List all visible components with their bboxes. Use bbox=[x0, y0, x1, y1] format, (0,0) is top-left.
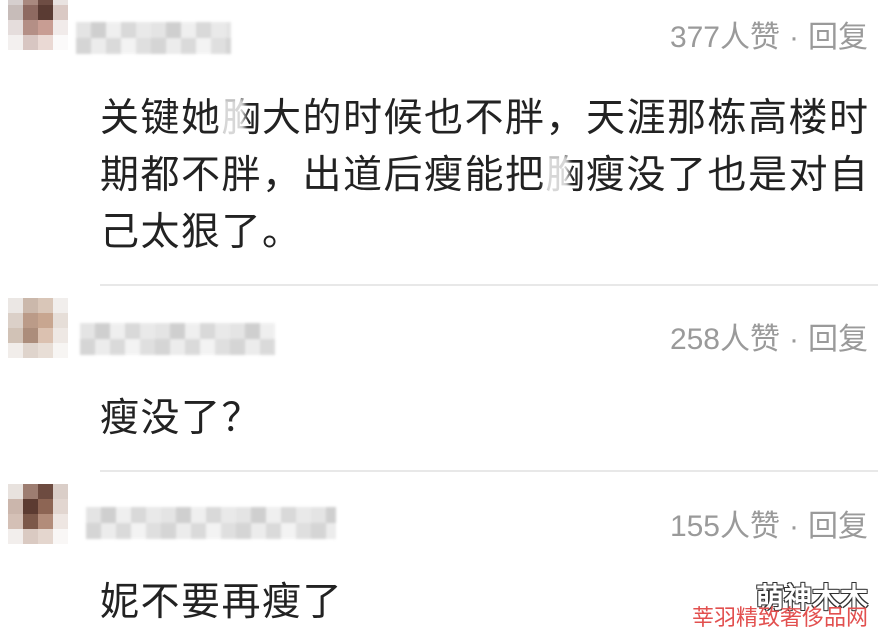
reply-button[interactable]: 回复 bbox=[808, 323, 868, 356]
comment-text-line: 关键她胸大的时候也不胖，天涯那栋高楼时 bbox=[100, 90, 870, 147]
obscured-word: 胸 bbox=[546, 147, 587, 204]
obscured-word: 胸 bbox=[222, 90, 263, 147]
comment-text-segment: 期都不胖，出道后瘦能把 bbox=[100, 153, 546, 198]
avatar[interactable] bbox=[8, 484, 68, 544]
reply-button[interactable]: 回复 bbox=[808, 510, 868, 543]
reply-button[interactable]: 回复 bbox=[808, 21, 868, 54]
comment-text-line: 期都不胖，出道后瘦能把胸瘦没了也是对自 bbox=[100, 147, 870, 204]
separator-dot: · bbox=[789, 21, 799, 54]
divider bbox=[100, 470, 878, 472]
avatar[interactable] bbox=[8, 298, 68, 358]
comment-text: 关键她胸大的时候也不胖，天涯那栋高楼时 期都不胖，出道后瘦能把胸瘦没了也是对自 … bbox=[100, 90, 870, 261]
comment-meta: 155人赞 · 回复 bbox=[670, 507, 868, 547]
username-blurred[interactable] bbox=[76, 22, 231, 54]
comment-text-segment: 瘦没了也是对自 bbox=[586, 153, 870, 198]
like-count[interactable]: 155人赞 bbox=[670, 510, 780, 543]
like-count[interactable]: 258人赞 bbox=[670, 323, 780, 356]
divider bbox=[100, 284, 878, 286]
comment-text-segment: 关键她 bbox=[100, 96, 222, 141]
comment-text-segment: 妮不要再瘦了 bbox=[100, 580, 344, 625]
username-blurred[interactable] bbox=[80, 323, 275, 355]
separator-dot: · bbox=[789, 323, 799, 356]
comment-text-line: 己太狠了。 bbox=[100, 204, 870, 261]
avatar[interactable] bbox=[8, 0, 68, 50]
comment-text-segment: 大的时候也不胖，天涯那栋高楼时 bbox=[262, 96, 870, 141]
like-count[interactable]: 377人赞 bbox=[670, 21, 780, 54]
username-blurred[interactable] bbox=[86, 507, 336, 539]
comment-meta: 377人赞 · 回复 bbox=[670, 18, 868, 58]
separator-dot: · bbox=[789, 510, 799, 543]
comment-meta: 258人赞 · 回复 bbox=[670, 320, 868, 360]
comment-text-line: 妮不要再瘦了 bbox=[100, 574, 343, 631]
comment-text-segment: 瘦没了？ bbox=[100, 396, 263, 441]
comment-text-segment: 己太狠了。 bbox=[100, 210, 303, 255]
comment-text: 瘦没了？ bbox=[100, 390, 262, 447]
comment-text: 妮不要再瘦了 bbox=[100, 574, 343, 631]
watermark-site: 莘羽精致奢侈品网 bbox=[691, 606, 868, 631]
comment-text-line: 瘦没了？ bbox=[100, 390, 262, 447]
